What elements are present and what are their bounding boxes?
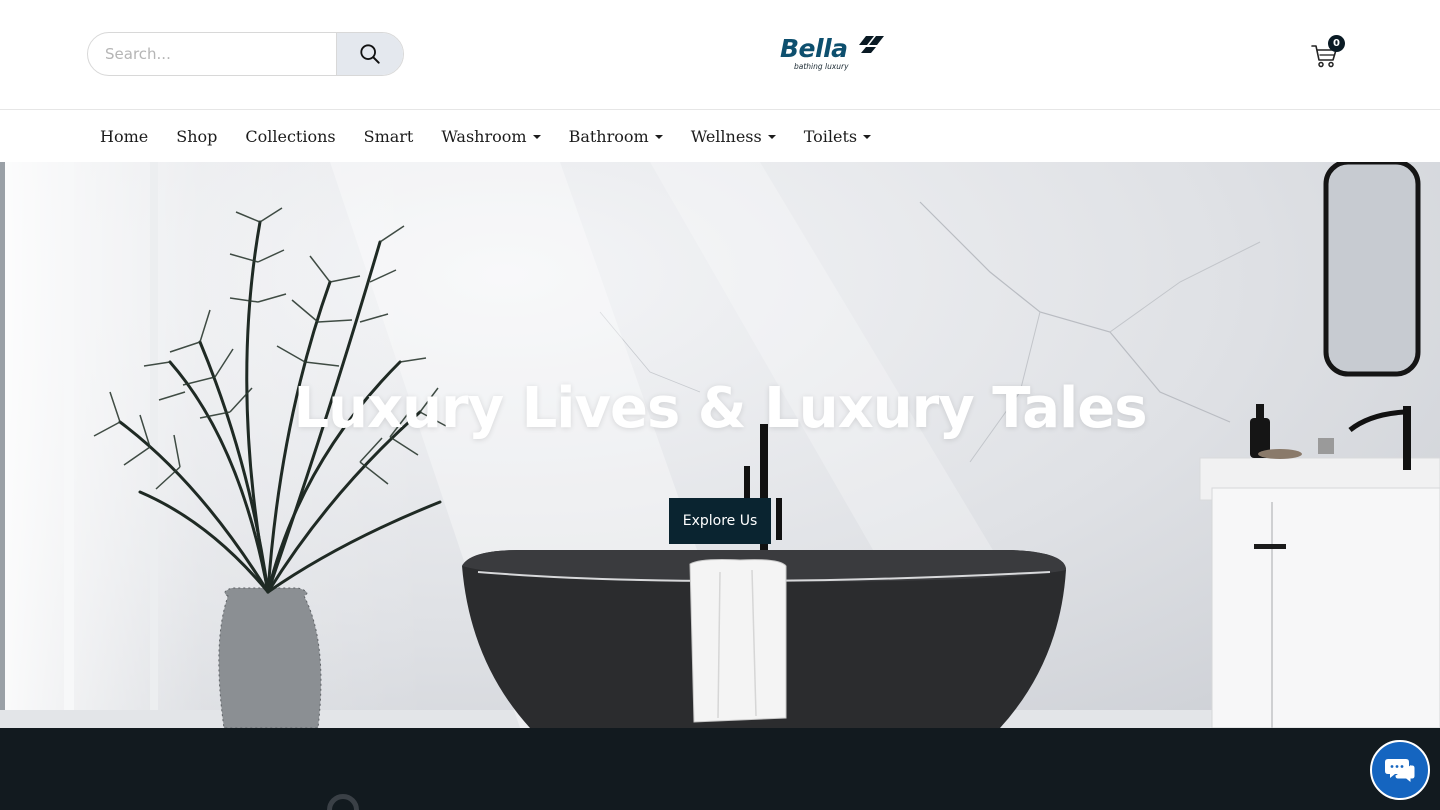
nav-item-label: Collections <box>245 127 336 146</box>
logo-stripes-icon <box>859 36 884 53</box>
search-bar <box>87 32 404 76</box>
nav-item-label: Home <box>100 127 149 146</box>
nav-item-label: Washroom <box>441 127 527 146</box>
caret-down-icon <box>532 134 541 139</box>
cart-count-badge: 0 <box>1328 35 1345 52</box>
nav-item-wellness[interactable]: Wellness <box>677 111 790 162</box>
nav-item-collections[interactable]: Collections <box>231 111 349 162</box>
chat-widget-button[interactable] <box>1370 740 1430 800</box>
site-header: Bella bathing luxury 0 <box>0 0 1440 110</box>
nav-item-washroom[interactable]: Washroom <box>427 111 554 162</box>
nav-item-label: Wellness <box>690 127 762 146</box>
hero-title: Luxury Lives & Luxury Tales <box>293 376 1147 441</box>
nav-item-label: Toilets <box>803 127 858 146</box>
hero-banner: Luxury Lives & Luxury Tales Explore Us <box>0 162 1440 728</box>
explore-us-button[interactable]: Explore Us <box>669 498 771 544</box>
nav-item-label: Smart <box>363 127 414 146</box>
hero-bathroom-image <box>0 162 1440 728</box>
decorative-ring-icon <box>327 794 359 810</box>
nav-item-shop[interactable]: Shop <box>162 111 231 162</box>
caret-down-icon <box>863 134 872 139</box>
main-nav: Home Shop Collections Smart Washroom Bat… <box>0 111 1440 162</box>
nav-item-label: Shop <box>176 127 218 146</box>
nav-item-home[interactable]: Home <box>86 111 162 162</box>
search-icon <box>360 44 380 64</box>
nav-item-smart[interactable]: Smart <box>350 111 428 162</box>
caret-down-icon <box>767 134 776 139</box>
dark-section <box>0 728 1440 810</box>
nav-item-label: Bathroom <box>568 127 649 146</box>
logo-wordmark: Bella <box>780 34 848 63</box>
chat-icon <box>1385 759 1416 784</box>
nav-item-bathroom[interactable]: Bathroom <box>555 111 677 162</box>
caret-down-icon <box>654 134 663 139</box>
nav-item-toilets[interactable]: Toilets <box>790 111 885 162</box>
search-button[interactable] <box>336 33 403 75</box>
search-input[interactable] <box>88 33 336 75</box>
brand-logo[interactable]: Bella bathing luxury <box>778 34 886 74</box>
logo-tagline: bathing luxury <box>794 62 849 71</box>
